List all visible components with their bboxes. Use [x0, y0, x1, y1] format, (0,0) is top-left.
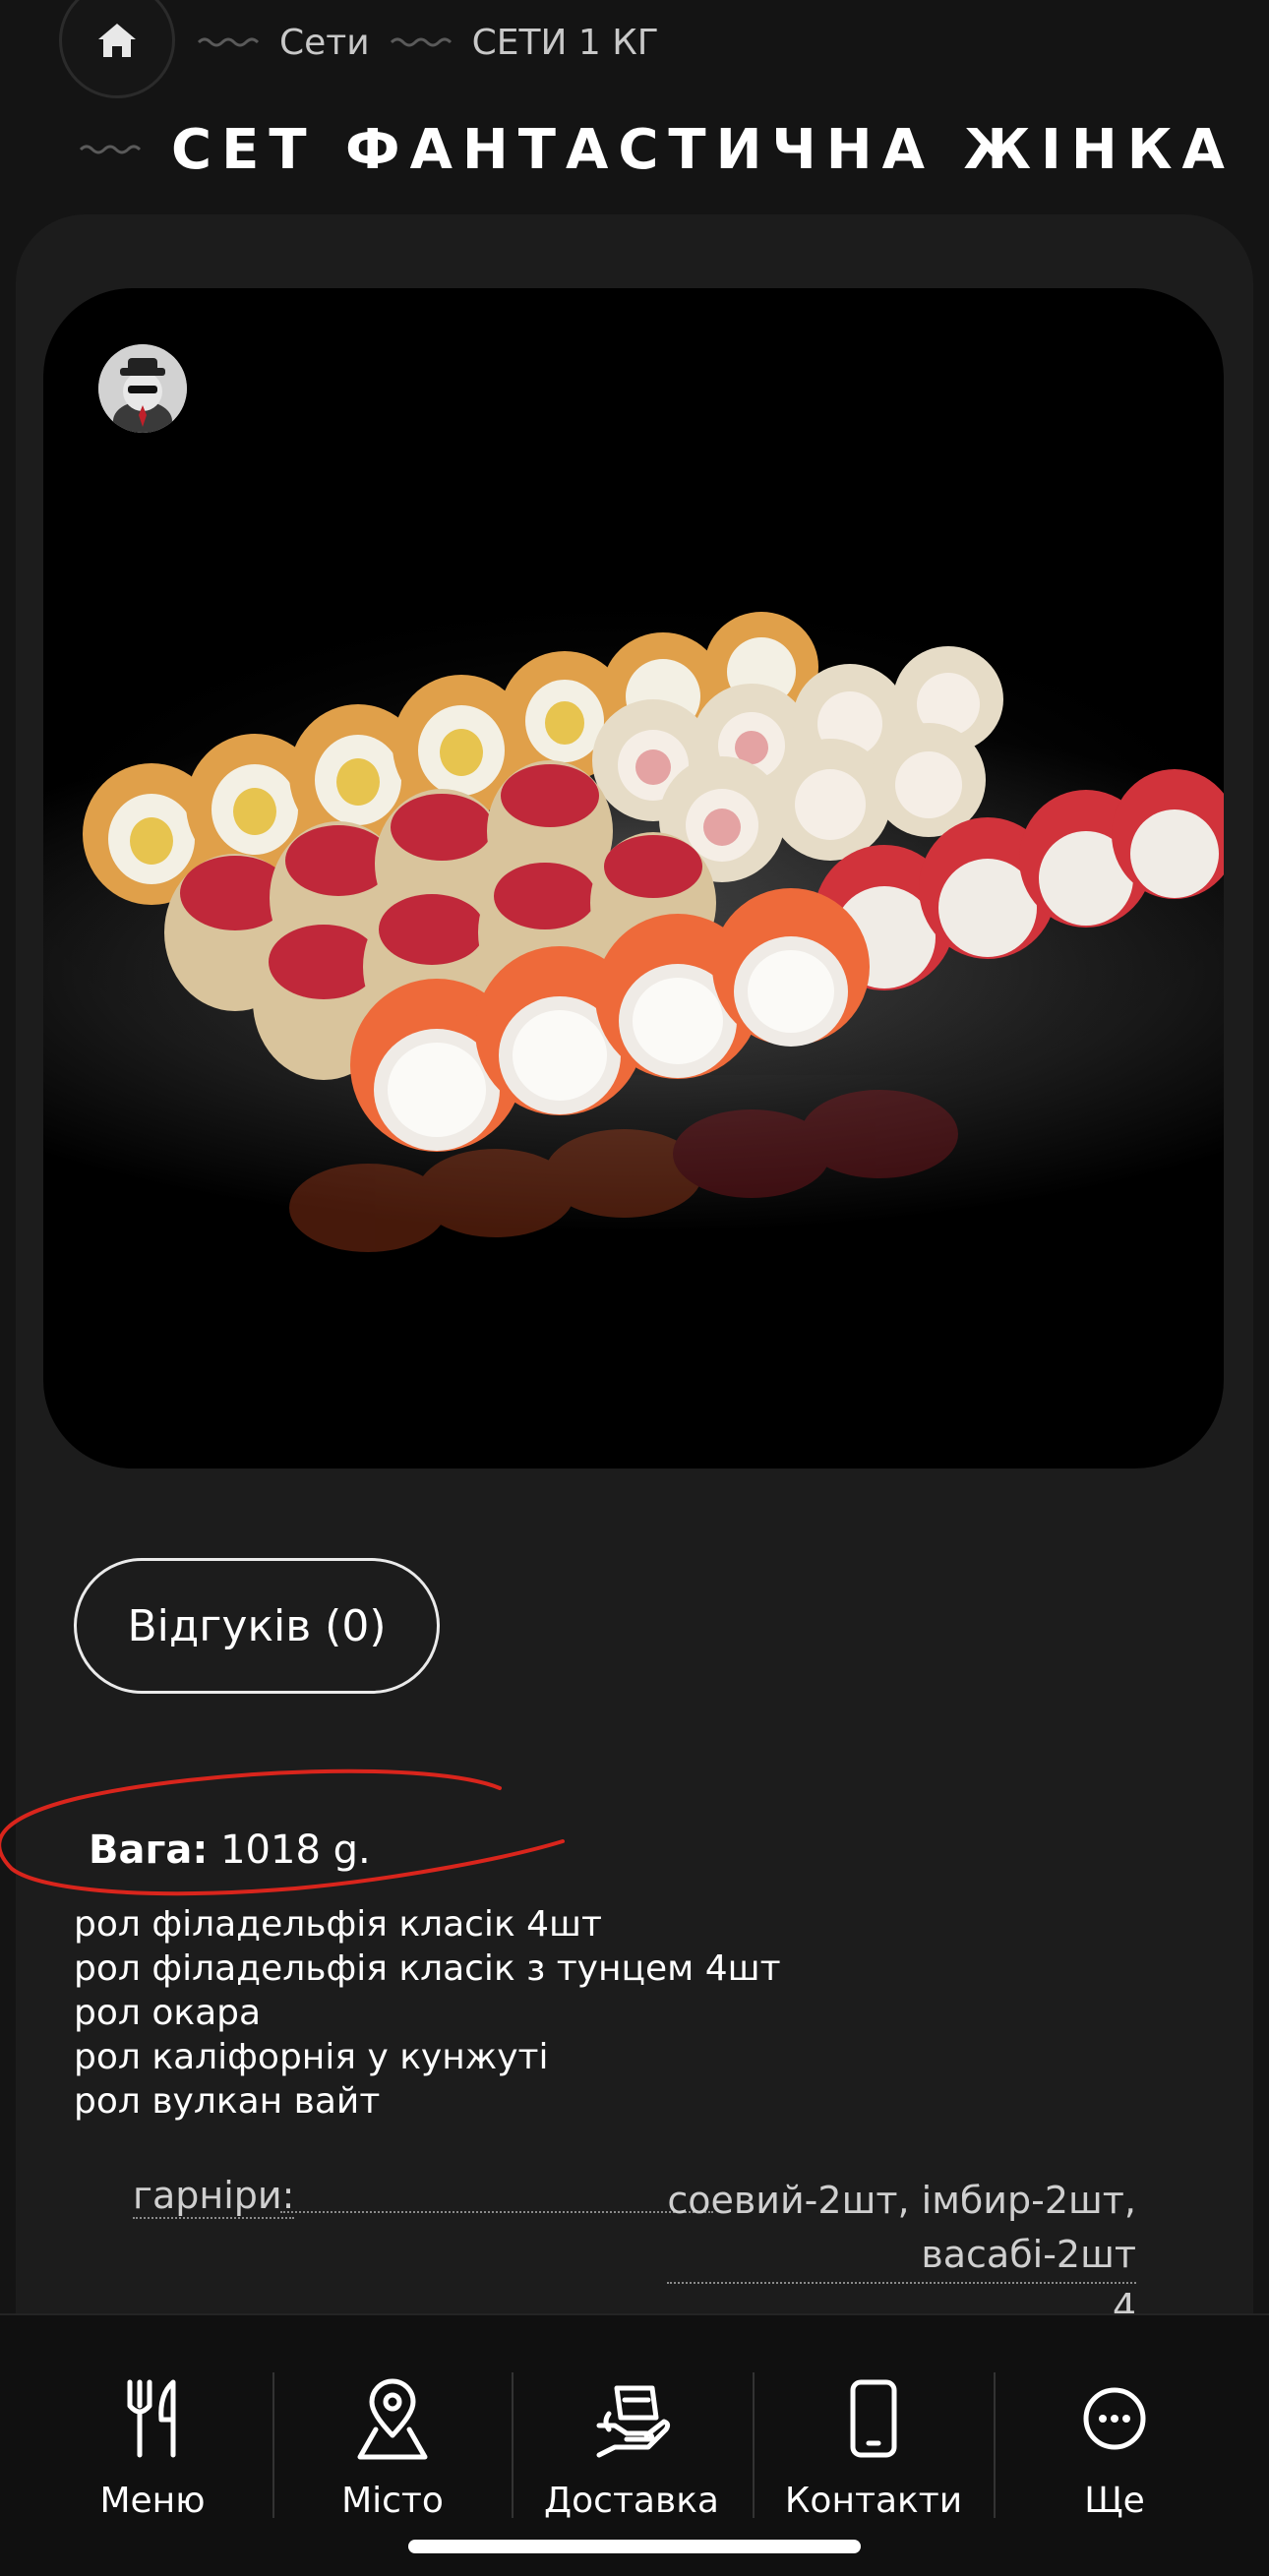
map-pin-icon	[357, 2378, 428, 2460]
ingredient-item: рол каліфорнія у кунжуті	[74, 2037, 549, 2077]
nav-label: Ще	[1084, 2481, 1145, 2521]
nav-label: Меню	[99, 2481, 206, 2521]
weight-value: 1018 g.	[220, 1827, 371, 1873]
ingredient-item: рол окара	[74, 1993, 262, 2033]
weight-label: Вага:	[89, 1827, 209, 1873]
nav-item-delivery[interactable]: Доставка	[514, 2374, 750, 2532]
garnish-label: гарніри:	[133, 2174, 295, 2219]
delivery-box-icon	[596, 2385, 671, 2458]
dotted-leader	[280, 2211, 713, 2213]
garnish-value: соевий-2шт, імбир-2шт, васабі-2шт	[667, 2174, 1136, 2284]
ingredient-item: рол філадельфія класік 4шт	[74, 1904, 602, 1945]
breadcrumb-link-sets-1kg[interactable]: СЕТИ 1 КГ	[472, 23, 659, 63]
product-page: Сети СЕТИ 1 КГ СЕТ ФАНТАСТИЧНА ЖІНКА Від…	[0, 0, 1269, 2576]
bottom-navigation: Меню Місто Доставка Контакти Ще	[0, 2313, 1269, 2576]
phone-icon	[850, 2379, 897, 2458]
nav-item-more[interactable]: Ще	[997, 2374, 1233, 2532]
home-icon	[98, 24, 136, 57]
nav-divider	[994, 2372, 996, 2518]
nav-item-menu[interactable]: Меню	[34, 2374, 271, 2532]
reviews-button[interactable]: Відгуків (0)	[74, 1558, 440, 1694]
nav-divider	[753, 2372, 755, 2518]
fork-knife-icon	[127, 2379, 176, 2458]
sushi-set-illustration	[43, 583, 1224, 1252]
product-image[interactable]	[43, 288, 1224, 1468]
ingredients-list: рол філадельфія класік 4шт рол філадельф…	[74, 1902, 781, 2124]
garnish-row: гарніри: соевий-2шт, імбир-2шт, васабі-2…	[133, 2174, 1136, 2284]
squiggle-divider-icon	[79, 145, 142, 154]
breadcrumb: Сети СЕТИ 1 КГ	[197, 18, 659, 67]
title-row: СЕТ ФАНТАСТИЧНА ЖІНКА	[79, 110, 1235, 189]
nav-label: Контакти	[784, 2481, 963, 2521]
breadcrumb-link-sets[interactable]: Сети	[279, 23, 370, 63]
weight-info: Вага: 1018 g.	[89, 1827, 371, 1873]
nav-label: Місто	[341, 2481, 444, 2521]
nav-item-contacts[interactable]: Контакти	[755, 2374, 992, 2532]
more-dots-icon	[1083, 2387, 1146, 2450]
page-title: СЕТ ФАНТАСТИЧНА ЖІНКА	[171, 117, 1235, 182]
home-button[interactable]	[59, 0, 175, 98]
squiggle-divider-icon	[390, 37, 452, 47]
home-indicator[interactable]	[408, 2540, 861, 2553]
brand-logo	[98, 344, 187, 433]
squiggle-divider-icon	[197, 37, 260, 47]
nav-item-city[interactable]: Місто	[274, 2374, 511, 2532]
nav-label: Доставка	[544, 2481, 719, 2521]
ingredient-item: рол філадельфія класік з тунцем 4шт	[74, 1948, 781, 1989]
ingredient-item: рол вулкан вайт	[74, 2081, 381, 2122]
